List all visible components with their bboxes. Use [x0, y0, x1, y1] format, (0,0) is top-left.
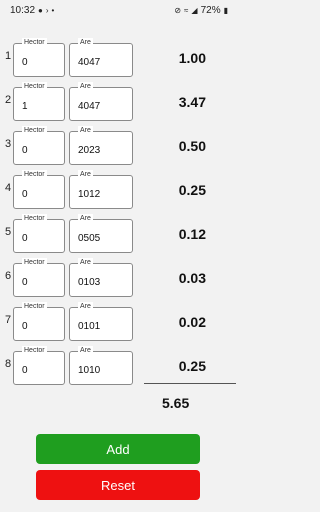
hector-field[interactable]: Hector 0: [13, 38, 65, 77]
status-left: 10:32 ● › •: [10, 5, 54, 16]
battery-level: 72%: [200, 5, 221, 16]
hector-label: Hector: [22, 346, 47, 355]
total-divider: [144, 383, 236, 384]
are-field[interactable]: Are 1010: [69, 346, 133, 385]
hector-label: Hector: [22, 302, 47, 311]
row-result: 1.00: [178, 50, 206, 66]
hector-value: 0: [22, 277, 28, 288]
conversion-row: 5 Hector 0 Are 0505 0.12: [0, 214, 236, 254]
are-value: 0505: [78, 233, 101, 244]
are-field[interactable]: Are 0505: [69, 214, 133, 253]
are-value: 4047: [78, 101, 101, 112]
row-result: 0.12: [178, 226, 206, 242]
hector-field[interactable]: Hector 0: [13, 346, 65, 385]
hector-label: Hector: [22, 82, 47, 91]
are-label: Are: [78, 214, 93, 223]
are-label: Are: [78, 258, 93, 267]
hector-value: 0: [22, 57, 28, 68]
silent-icon: ⊘: [174, 5, 182, 15]
hector-label: Hector: [22, 126, 47, 135]
wifi-icon: ≈: [184, 5, 189, 15]
row-result: 0.03: [178, 270, 206, 286]
are-label: Are: [78, 346, 93, 355]
are-field[interactable]: Are 4047: [69, 82, 133, 121]
are-field[interactable]: Are 4047: [69, 38, 133, 77]
are-label: Are: [78, 126, 93, 135]
are-field[interactable]: Are 1012: [69, 170, 133, 209]
are-label: Are: [78, 302, 93, 311]
hector-value: 1: [22, 101, 28, 112]
navigation-bar: [0, 504, 236, 512]
hector-field[interactable]: Hector 0: [13, 214, 65, 253]
row-number: 1: [5, 50, 12, 62]
signal-icon: ◢: [191, 5, 198, 15]
add-button[interactable]: Add: [36, 434, 200, 464]
row-result: 0.50: [178, 138, 206, 154]
hector-label: Hector: [22, 214, 47, 223]
hector-label: Hector: [22, 38, 47, 47]
hector-label: Hector: [22, 170, 47, 179]
are-value: 0103: [78, 277, 101, 288]
hector-field[interactable]: Hector 0: [13, 126, 65, 165]
status-time: 10:32: [10, 5, 36, 16]
are-value: 2023: [78, 145, 101, 156]
row-number: 8: [5, 358, 12, 370]
row-result: 0.25: [178, 358, 206, 374]
are-value: 0101: [78, 321, 101, 332]
hector-value: 0: [22, 365, 28, 376]
hector-label: Hector: [22, 258, 47, 267]
hector-value: 0: [22, 321, 28, 332]
are-field[interactable]: Are 0101: [69, 302, 133, 341]
row-number: 4: [5, 182, 12, 194]
status-right: ⊘ ≈ ◢ 72% ▮: [174, 5, 228, 16]
are-value: 1010: [78, 365, 101, 376]
hector-field[interactable]: Hector 0: [13, 170, 65, 209]
conversion-row: 7 Hector 0 Are 0101 0.02: [0, 302, 236, 342]
row-result: 3.47: [178, 94, 206, 110]
row-result: 0.02: [178, 314, 206, 330]
reset-button[interactable]: Reset: [36, 470, 200, 500]
conversion-row: 2 Hector 1 Are 4047 3.47: [0, 82, 236, 122]
are-label: Are: [78, 170, 93, 179]
conversion-row: 3 Hector 0 Are 2023 0.50: [0, 126, 236, 166]
total-value: 5.65: [162, 395, 190, 411]
are-label: Are: [78, 82, 93, 91]
media-icon: ›: [45, 5, 49, 15]
battery-icon: ▮: [223, 5, 228, 15]
conversion-row: 4 Hector 0 Are 1012 0.25: [0, 170, 236, 210]
row-number: 3: [5, 138, 12, 150]
status-bar: 10:32 ● › • ⊘ ≈ ◢ 72% ▮: [0, 0, 236, 22]
hector-field[interactable]: Hector 1: [13, 82, 65, 121]
are-label: Are: [78, 38, 93, 47]
conversion-row: 8 Hector 0 Are 1010 0.25: [0, 346, 236, 386]
conversion-row: 1 Hector 0 Are 4047 1.00: [0, 38, 236, 78]
chat-icon: ●: [38, 5, 43, 15]
row-number: 7: [5, 314, 12, 326]
hector-value: 0: [22, 145, 28, 156]
row-result: 0.25: [178, 182, 206, 198]
are-value: 1012: [78, 189, 101, 200]
are-field[interactable]: Are 2023: [69, 126, 133, 165]
hector-field[interactable]: Hector 0: [13, 258, 65, 297]
row-number: 5: [5, 226, 12, 238]
hector-value: 0: [22, 233, 28, 244]
conversion-row: 6 Hector 0 Are 0103 0.03: [0, 258, 236, 298]
row-number: 2: [5, 94, 12, 106]
are-value: 4047: [78, 57, 101, 68]
are-field[interactable]: Are 0103: [69, 258, 133, 297]
row-number: 6: [5, 270, 12, 282]
hector-value: 0: [22, 189, 28, 200]
hector-field[interactable]: Hector 0: [13, 302, 65, 341]
dot-icon: •: [51, 5, 55, 15]
